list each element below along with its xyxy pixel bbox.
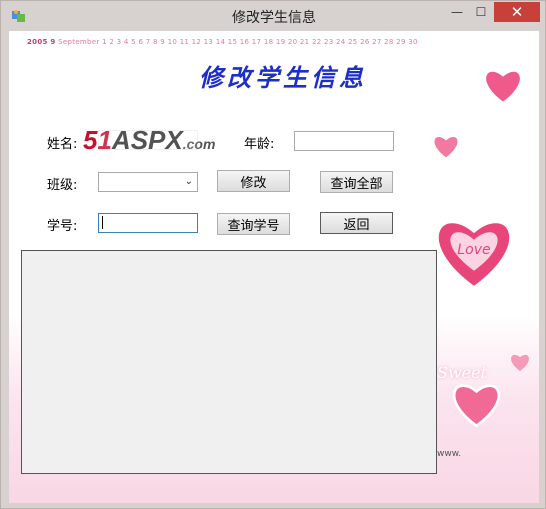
text-caret [102, 216, 103, 229]
maximize-button[interactable]: ☐ [469, 2, 493, 22]
calendar-days: 1 2 3 4 5 6 7 8 9 10 11 12 13 14 15 16 1… [102, 38, 418, 46]
student-data-grid[interactable] [21, 250, 437, 474]
title-bar[interactable]: 修改学生信息 — ☐ ✕ [1, 1, 546, 31]
age-input[interactable] [294, 131, 394, 151]
query-student-no-button[interactable]: 查询学号 [217, 213, 290, 235]
calendar-year-month: 2005 9 [27, 38, 56, 46]
class-select[interactable]: ⌄ [98, 172, 198, 192]
student-no-input[interactable] [98, 213, 198, 233]
query-all-button[interactable]: 查询全部 [320, 171, 393, 193]
sweet-text: Sweet [437, 363, 488, 382]
heart-icon [511, 354, 529, 371]
close-button[interactable]: ✕ [494, 2, 540, 22]
back-button[interactable]: 返回 [320, 212, 393, 234]
name-input[interactable] [98, 130, 198, 150]
calendar-strip: 2005 9 September 1 2 3 4 5 6 7 8 9 10 11… [27, 38, 418, 46]
watermark-text: www. [437, 449, 462, 459]
age-label: 年龄: [244, 137, 275, 152]
calendar-month-name: September [58, 38, 100, 46]
heart-icon [452, 384, 501, 428]
minimize-button[interactable]: — [445, 2, 469, 22]
heart-icon: Love [436, 220, 512, 290]
modify-button[interactable]: 修改 [217, 170, 290, 192]
name-label: 姓名: [47, 137, 78, 152]
main-window: 修改学生信息 — ☐ ✕ 2005 9 September 1 2 3 4 5 … [0, 0, 546, 509]
form-heading: 修改学生信息 [199, 63, 367, 92]
form-client-area: 2005 9 September 1 2 3 4 5 6 7 8 9 10 11… [9, 31, 539, 503]
heart-icon [433, 135, 459, 160]
chevron-down-icon[interactable]: ⌄ [185, 176, 193, 187]
student-no-label: 学号: [47, 219, 78, 234]
class-label: 班级: [47, 178, 78, 193]
heart-love-text: Love [457, 242, 491, 258]
heart-icon [484, 69, 522, 105]
